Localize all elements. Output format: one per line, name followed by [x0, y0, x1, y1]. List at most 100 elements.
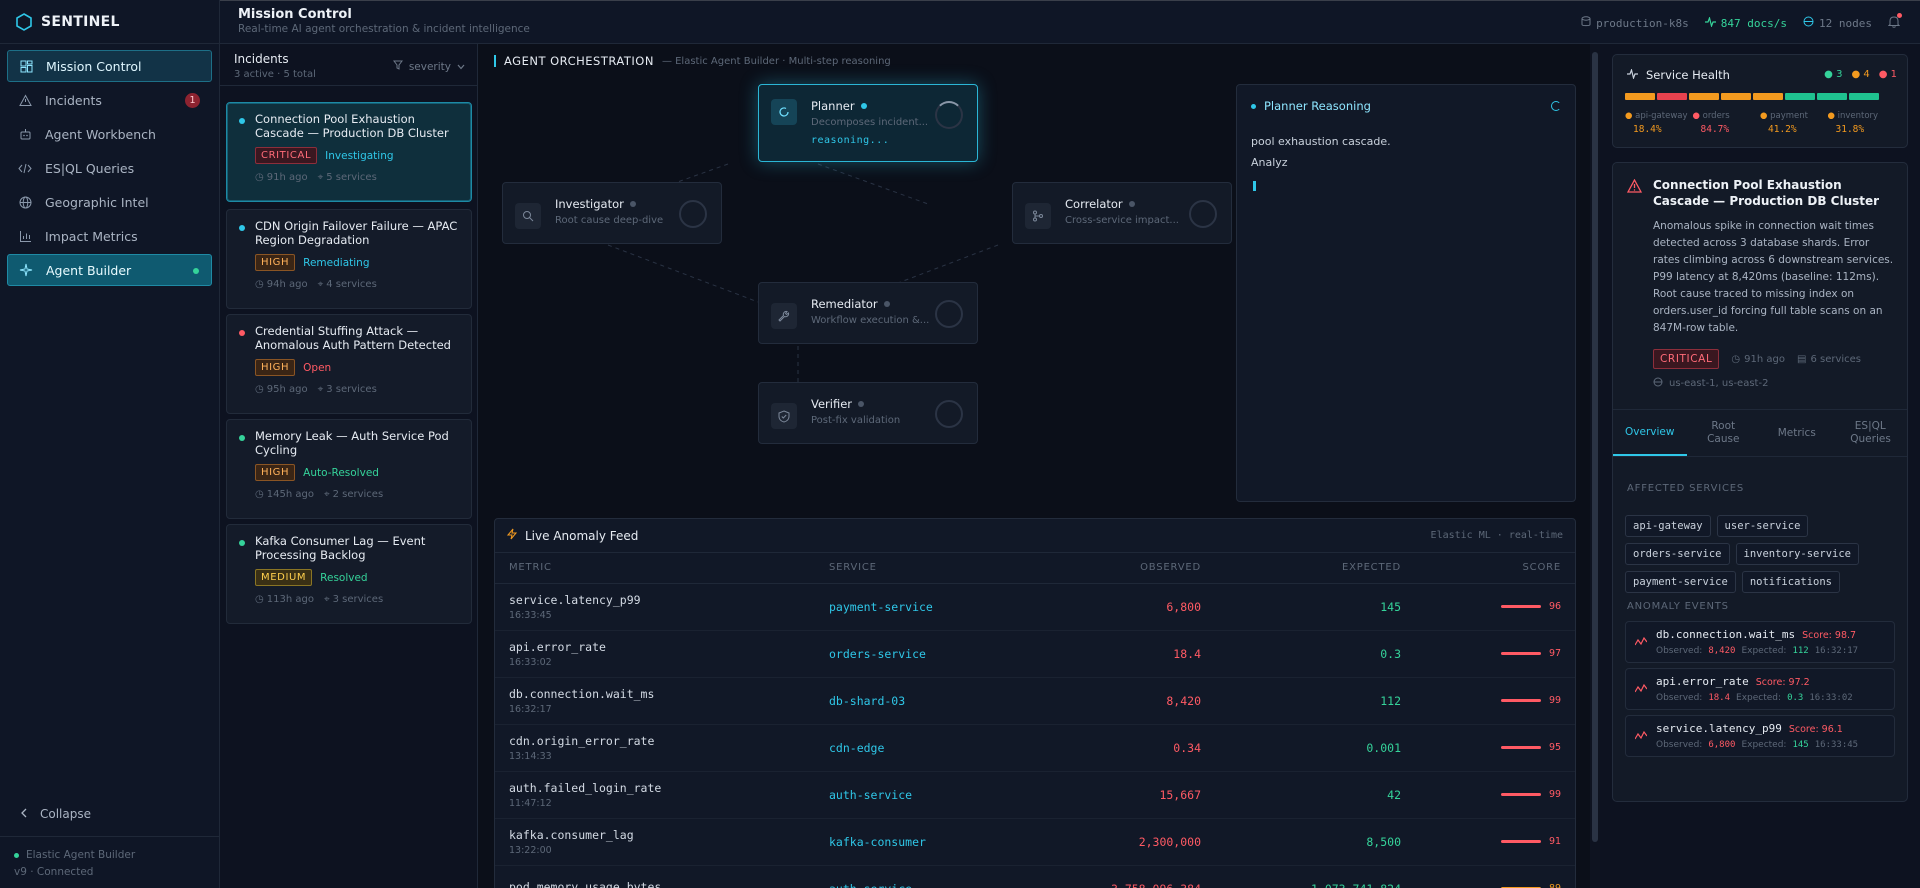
service-link[interactable]: orders-service	[829, 647, 926, 661]
sidebar-item-agent-builder[interactable]: Agent Builder	[7, 254, 212, 286]
service-chip[interactable]: orders-service	[1625, 543, 1730, 565]
sidebar-item-agent-workbench[interactable]: Agent Workbench	[7, 118, 212, 150]
service-link[interactable]: payment-service	[829, 600, 933, 614]
incident-card[interactable]: Connection Pool Exhaustion Cascade — Pro…	[226, 102, 472, 202]
git-branch-icon	[1025, 203, 1051, 229]
table-row[interactable]: cdn.origin_error_rate 13:14:33 cdn-edge 0.3…	[495, 724, 1575, 772]
tab-esql-queries[interactable]: ES|QL Queries	[1834, 410, 1908, 456]
incident-age: 113h ago	[266, 594, 314, 605]
sidebar-item-label: Incidents	[45, 92, 102, 108]
anomaly-event-card[interactable]: db.connection.wait_ms Score: 98.7 Observed…	[1625, 621, 1895, 663]
metric-name: pod.memory_usage_bytes	[509, 880, 662, 888]
incident-services: 4 services	[326, 279, 377, 290]
service-chip[interactable]: user-service	[1716, 515, 1809, 537]
chevron-down-icon	[457, 61, 465, 73]
incident-status-dot	[239, 225, 245, 231]
services-icon: ⌖	[317, 172, 324, 183]
table-row[interactable]: pod.memory_usage_bytes auth-service 3,758,…	[495, 865, 1575, 888]
services-icon: ⌖	[317, 279, 324, 290]
incident-age: 95h ago	[266, 384, 308, 395]
shield-check-icon	[771, 403, 797, 429]
agent-status-dot	[883, 301, 890, 307]
observed-value: 3,758,096,384	[1111, 882, 1201, 888]
sidebar-item-geographic-intel[interactable]: Geographic Intel	[7, 186, 212, 218]
event-observed: 6,800	[1708, 740, 1736, 750]
expected-value: 0.001	[1366, 740, 1401, 755]
event-metric: db.connection.wait_ms	[1656, 628, 1796, 641]
expected-value: 0.3	[1380, 646, 1401, 661]
agent-node-investigator[interactable]: Investigator Root cause deep-dive	[502, 182, 722, 244]
table-row[interactable]: service.latency_p99 16:33:45 payment-servi…	[495, 583, 1575, 631]
service-chip[interactable]: inventory-service	[1735, 543, 1859, 565]
incident-card[interactable]: CDN Origin Failover Failure — APAC Regio…	[226, 209, 472, 309]
incident-card[interactable]: Credential Stuffing Attack — Anomalous A…	[226, 314, 472, 414]
sidebar-item-impact-metrics[interactable]: Impact Metrics	[7, 220, 212, 252]
severity-badge: HIGH	[255, 464, 296, 481]
active-status-dot	[193, 268, 199, 274]
clock-icon: ◷	[255, 279, 264, 290]
service-link[interactable]: kafka-consumer	[829, 835, 926, 849]
health-segment	[1753, 93, 1783, 100]
service-chip[interactable]: api-gateway	[1625, 515, 1711, 537]
tab-overview[interactable]: Overview	[1613, 410, 1687, 456]
table-row[interactable]: kafka.consumer_lag 13:22:00 kafka-consumer…	[495, 818, 1575, 866]
page-subtitle: Real-time AI agent orchestration & incid…	[238, 23, 530, 35]
agent-name-row: Correlator	[1065, 197, 1135, 211]
collapse-button[interactable]: Collapse	[7, 802, 91, 826]
health-segment	[1817, 93, 1847, 100]
service-link[interactable]: cdn-edge	[829, 741, 884, 755]
service-chip[interactable]: payment-service	[1625, 571, 1736, 593]
service-cell: db-shard-03	[815, 677, 1035, 725]
tab-metrics[interactable]: Metrics	[1760, 410, 1834, 456]
tab-root-cause[interactable]: Root Cause	[1687, 410, 1761, 456]
notifications-button[interactable]	[1887, 13, 1902, 31]
anomaly-event-card[interactable]: service.latency_p99 Score: 96.1 Observed: 6…	[1625, 715, 1895, 757]
event-header: api.error_rate Score: 97.2	[1656, 675, 1810, 688]
docs-rate: 847 docs/s	[1720, 16, 1788, 30]
incident-card[interactable]: Memory Leak — Auth Service Pod Cycling H…	[226, 419, 472, 519]
incident-title: Kafka Consumer Lag — Event Processing Ba…	[255, 534, 426, 562]
agent-name: Investigator	[555, 197, 624, 211]
sidebar-item-mission-control[interactable]: Mission Control	[7, 50, 212, 82]
service-value: 84.7%	[1700, 124, 1730, 135]
anomaly-event-card[interactable]: api.error_rate Score: 97.2 Observed: 18.4 Ex…	[1625, 668, 1895, 710]
incident-card[interactable]: Kafka Consumer Lag — Event Processing Ba…	[226, 524, 472, 624]
agent-name: Verifier	[811, 397, 853, 411]
severity-filter[interactable]: severity	[392, 60, 465, 73]
anomaly-feed: Live Anomaly Feed Elastic ML · real-time…	[494, 518, 1576, 888]
service-dot: ●	[1692, 111, 1703, 121]
service-link[interactable]: db-shard-03	[829, 694, 905, 708]
score-value: 96	[1549, 601, 1562, 612]
table-row[interactable]: auth.failed_login_rate 11:47:12 auth-servi…	[495, 771, 1575, 819]
incident-age: 145h ago	[266, 489, 314, 500]
service-link[interactable]: auth-service	[829, 788, 912, 802]
service-dot: ●	[1760, 111, 1771, 121]
metric-time: 16:33:02	[509, 656, 552, 668]
incident-status-dot	[239, 118, 245, 124]
service-cell: orders-service	[815, 630, 1035, 678]
event-header: db.connection.wait_ms Score: 98.7	[1656, 628, 1856, 641]
dashboard-icon	[18, 58, 34, 74]
regions-label: us-east-1, us-east-2	[1669, 378, 1769, 389]
cluster-name: production-k8s	[1596, 16, 1689, 30]
table-row[interactable]: api.error_rate 16:33:02 orders-service 18.4…	[495, 630, 1575, 678]
app: SENTINEL Mission Control Incidents 1 Age…	[0, 0, 1920, 888]
incident-status-dot	[239, 540, 245, 546]
agent-node-verifier[interactable]: Verifier Post-fix validation	[758, 382, 978, 444]
cluster-indicator: production-k8s	[1581, 16, 1689, 30]
lightning-icon	[506, 528, 518, 543]
sidebar-item-incidents[interactable]: Incidents 1	[7, 84, 212, 116]
agent-node-correlator[interactable]: Correlator Cross-service impact...	[1012, 182, 1232, 244]
scrollbar[interactable]	[1592, 52, 1598, 842]
heartbeat-icon	[1627, 67, 1638, 82]
severity-badge: CRITICAL	[255, 147, 318, 164]
incident-status: Resolved	[320, 571, 368, 584]
table-row[interactable]: db.connection.wait_ms 16:32:17 db-shard-03…	[495, 677, 1575, 725]
sidebar-item-esql-queries[interactable]: ES|QL Queries	[7, 152, 212, 184]
globe-icon	[1653, 377, 1663, 390]
alert-triangle-icon	[1626, 178, 1643, 196]
service-link[interactable]: auth-service	[829, 882, 912, 888]
agent-node-planner[interactable]: Planner Decomposes incident... reasoning…	[758, 84, 978, 162]
service-chip[interactable]: notifications	[1741, 571, 1841, 593]
agent-node-remediator[interactable]: Remediator Workflow execution &...	[758, 282, 978, 344]
